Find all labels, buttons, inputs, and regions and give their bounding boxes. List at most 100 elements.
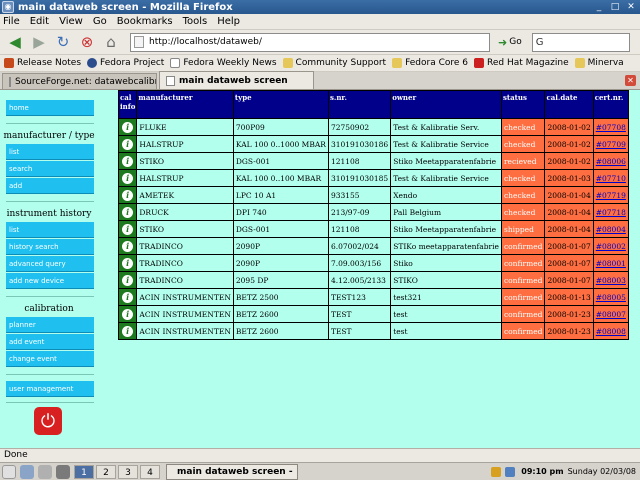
- search-input[interactable]: G: [531, 32, 630, 52]
- workspace-2[interactable]: 2: [96, 464, 116, 479]
- info-icon[interactable]: i: [122, 138, 134, 150]
- sidebar-divider: [6, 296, 94, 297]
- info-icon[interactable]: i: [122, 325, 134, 337]
- info-icon[interactable]: i: [122, 189, 134, 201]
- menu-tools[interactable]: Tools: [183, 16, 208, 27]
- type-cell: 2095 DP: [232, 271, 329, 289]
- maximize-icon[interactable]: □: [608, 1, 622, 13]
- manufacturer-cell: ACIN INSTRUMENTEN: [136, 305, 234, 323]
- certificate-link[interactable]: #08005: [596, 293, 626, 302]
- status-text: Done: [4, 450, 28, 460]
- tab-bar: SourceForge.net: datawebcalibr... main d…: [0, 71, 640, 90]
- bookmark-red-hat-magazine[interactable]: Red Hat Magazine: [474, 58, 569, 68]
- bookmark-fedora-project[interactable]: Fedora Project: [87, 58, 164, 68]
- info-icon[interactable]: i: [122, 257, 134, 269]
- info-icon[interactable]: i: [122, 274, 134, 286]
- tab-main-dataweb[interactable]: main dataweb screen: [159, 71, 314, 89]
- mail-launcher-icon[interactable]: [38, 464, 52, 479]
- cal-date-cell: 2008-01-23: [544, 305, 594, 323]
- history-search-button[interactable]: history search: [6, 239, 94, 255]
- network-icon[interactable]: [505, 466, 516, 477]
- certificate-link[interactable]: #08007: [596, 310, 626, 319]
- certificate-link[interactable]: #08004: [596, 225, 626, 234]
- add-new-device-button[interactable]: add new device: [6, 273, 94, 289]
- url-bar[interactable]: http://localhost/dataweb/: [130, 32, 490, 52]
- menu-go[interactable]: Go: [93, 16, 107, 27]
- menu-view[interactable]: View: [59, 16, 83, 27]
- cal-date-cell: 2008-01-13: [544, 288, 594, 306]
- reload-icon[interactable]: ↻: [52, 32, 74, 52]
- close-tab-icon[interactable]: ✕: [625, 75, 636, 86]
- certificate-link[interactable]: #08008: [596, 327, 626, 336]
- bookmark-fedora-weekly-news[interactable]: Fedora Weekly News: [170, 58, 277, 68]
- bookmark-community-support[interactable]: Community Support: [282, 58, 386, 68]
- menu-file[interactable]: File: [3, 16, 20, 27]
- manufacturer-add-button[interactable]: add: [6, 178, 94, 194]
- change-event-button[interactable]: change event: [6, 351, 94, 367]
- home-icon[interactable]: ⌂: [100, 32, 122, 52]
- cal-info-cell: i: [117, 186, 138, 204]
- info-icon[interactable]: i: [122, 206, 134, 218]
- update-notifier-icon[interactable]: [491, 466, 502, 477]
- certificate-link[interactable]: #08001: [596, 259, 626, 268]
- manufacturer-search-button[interactable]: search: [6, 161, 94, 177]
- navigation-toolbar: ◀ ▶ ↻ ⊗ ⌂ http://localhost/dataweb/ ➜ Go…: [0, 30, 640, 55]
- certificate-link[interactable]: #07719: [596, 191, 626, 200]
- certificate-link[interactable]: #07709: [596, 140, 626, 149]
- certificate-link[interactable]: #07708: [596, 123, 626, 132]
- planner-button[interactable]: planner: [6, 317, 94, 333]
- advanced-query-button[interactable]: advanced query: [6, 256, 94, 272]
- browser-launcher-icon[interactable]: [20, 464, 34, 479]
- manufacturer-cell: ACIN INSTRUMENTEN: [136, 288, 234, 306]
- go-button[interactable]: ➜ Go: [498, 36, 522, 49]
- workspace-4[interactable]: 4: [140, 464, 160, 479]
- user-management-button[interactable]: user management: [6, 381, 94, 397]
- bookmark-label: Fedora Project: [100, 58, 165, 68]
- info-icon[interactable]: i: [122, 121, 134, 133]
- certificate-link[interactable]: #08002: [596, 242, 626, 251]
- back-arrow-icon[interactable]: ◀: [4, 32, 26, 52]
- sidebar-divider: [6, 402, 94, 403]
- bookmark-release-notes[interactable]: Release Notes: [4, 58, 81, 68]
- column-header-owner: owner: [390, 90, 502, 119]
- info-icon[interactable]: i: [122, 308, 134, 320]
- bookmark-fedora-core-6[interactable]: Fedora Core 6: [392, 58, 468, 68]
- info-icon[interactable]: i: [122, 155, 134, 167]
- info-icon[interactable]: i: [122, 291, 134, 303]
- certificate-link[interactable]: #08003: [596, 276, 626, 285]
- forward-arrow-icon[interactable]: ▶: [28, 32, 50, 52]
- bookmark-minerva[interactable]: Minerva: [574, 58, 624, 68]
- info-icon[interactable]: i: [122, 172, 134, 184]
- close-window-icon[interactable]: ✕: [624, 1, 638, 13]
- menu-edit[interactable]: Edit: [30, 16, 49, 27]
- add-event-button[interactable]: add event: [6, 334, 94, 350]
- taskbar-window-button[interactable]: main dataweb screen -: [166, 463, 298, 480]
- applications-menu-icon[interactable]: [2, 464, 16, 479]
- terminal-launcher-icon[interactable]: [56, 464, 70, 479]
- table-row: i TRADINCO 2090P 7.09.003/156 Stiko confirmed…: [117, 254, 629, 272]
- minimize-icon[interactable]: _: [592, 1, 606, 13]
- table-row: i DRUCK DPI 740 213/97-09 Pall Belgium checke…: [117, 203, 629, 221]
- manufacturer-list-button[interactable]: list: [6, 144, 94, 160]
- cert-nr-cell: #08004: [592, 220, 629, 238]
- taskbar-window-label: main dataweb screen -: [177, 466, 293, 477]
- sidebar-home-button[interactable]: home: [6, 100, 94, 116]
- page-content: home manufacturer / type list search add…: [0, 90, 640, 448]
- info-icon[interactable]: i: [122, 223, 134, 235]
- clock-time[interactable]: 09:10 pm: [521, 467, 563, 476]
- menu-bookmarks[interactable]: Bookmarks: [117, 16, 173, 27]
- status-cell: checked: [500, 118, 546, 136]
- type-cell: KAL 100 0..100 MBAR: [232, 169, 329, 187]
- certificate-link[interactable]: #07718: [596, 208, 626, 217]
- workspace-3[interactable]: 3: [118, 464, 138, 479]
- menu-help[interactable]: Help: [217, 16, 240, 27]
- stop-icon[interactable]: ⊗: [76, 32, 98, 52]
- tab-sourceforge[interactable]: SourceForge.net: datawebcalibr...: [2, 73, 157, 89]
- certificate-link[interactable]: #08006: [596, 157, 626, 166]
- certificate-link[interactable]: #07710: [596, 174, 626, 183]
- info-icon[interactable]: i: [122, 240, 134, 252]
- owner-cell: test: [390, 305, 502, 323]
- history-list-button[interactable]: list: [6, 222, 94, 238]
- workspace-1[interactable]: 1: [74, 464, 94, 479]
- power-off-icon[interactable]: ⏻: [34, 407, 62, 435]
